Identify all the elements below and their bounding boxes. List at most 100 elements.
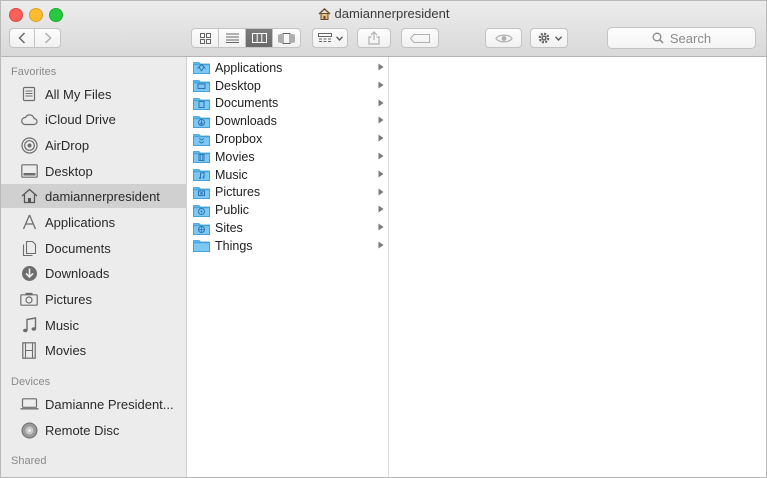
sidebar-item-home[interactable]: damiannerpresident (1, 184, 186, 208)
disclosure-arrow-icon (378, 116, 384, 124)
disclosure-arrow-icon (378, 134, 384, 142)
column-item-public[interactable]: Public (187, 201, 388, 219)
folder-desktop-icon (193, 80, 210, 93)
list-icon (225, 33, 239, 43)
column-item-things[interactable]: Things (187, 237, 388, 255)
column-item-documents[interactable]: Documents (187, 95, 388, 113)
sidebar-section-shared: Shared (11, 455, 47, 467)
sidebar-item-macbook[interactable]: Damianne President... (1, 392, 186, 416)
forward-button[interactable] (35, 29, 60, 47)
column-item-pictures[interactable]: Pictures (187, 184, 388, 202)
search-icon (652, 32, 664, 44)
column-item-label: Desktop (215, 78, 261, 93)
sidebar-item-label: Remote Disc (45, 422, 120, 438)
toolbar: damiannerpresident Search (1, 1, 766, 57)
column-item-label: Documents (215, 96, 279, 111)
column-item-music[interactable]: Music (187, 166, 388, 184)
search-field[interactable]: Search (607, 27, 756, 49)
edit-tags-button[interactable] (401, 28, 439, 48)
search-placeholder: Search (669, 30, 712, 46)
share-icon (368, 31, 380, 45)
cover-flow-view-button[interactable] (273, 29, 300, 47)
eye-icon (494, 34, 513, 42)
folder-documents-icon (193, 98, 210, 110)
sidebar-item-remote-disc[interactable]: Remote Disc (1, 418, 186, 442)
column-view-button[interactable] (246, 29, 273, 47)
downloads-icon (19, 264, 39, 282)
all-files-icon (19, 85, 39, 103)
sidebar-item-label: Damianne President... (45, 396, 174, 412)
sidebar-item-icloud-drive[interactable]: iCloud Drive (1, 107, 186, 131)
cover-flow-icon (278, 32, 295, 44)
sidebar-item-label: Movies (45, 342, 87, 358)
back-button[interactable] (10, 29, 35, 47)
column-browser-empty (389, 57, 766, 477)
list-view-button[interactable] (219, 29, 246, 47)
sidebar-item-movies[interactable]: Movies (1, 338, 186, 362)
film-icon (19, 341, 39, 359)
folder-icon (193, 240, 210, 253)
cloud-icon (19, 110, 39, 128)
folder-downloads-icon (193, 115, 210, 128)
sidebar-item-downloads[interactable]: Downloads (1, 261, 186, 285)
share-button[interactable] (357, 28, 391, 48)
disclosure-arrow-icon (378, 81, 384, 89)
column-item-label: Downloads (215, 114, 277, 129)
sidebar-item-label: All My Files (45, 86, 112, 102)
folder-dropbox-icon (193, 133, 210, 146)
action-menu-button[interactable] (530, 28, 568, 48)
disclosure-arrow-icon (378, 99, 384, 107)
column-item-movies[interactable]: Movies (187, 148, 388, 166)
sidebar-item-music[interactable]: Music (1, 313, 186, 337)
arrange-button[interactable] (312, 28, 348, 48)
sidebar-item-label: damiannerpresident (45, 188, 160, 204)
chevron-right-icon (44, 32, 52, 44)
sidebar-item-airdrop[interactable]: AirDrop (1, 133, 186, 157)
sidebar-item-label: iCloud Drive (45, 111, 116, 127)
home-icon (19, 187, 39, 205)
sidebar-item-all-my-files[interactable]: All My Files (1, 82, 186, 106)
column-item-applications[interactable]: Applications (187, 59, 388, 77)
applications-icon (19, 213, 39, 231)
sidebar-item-label: Applications (45, 214, 116, 230)
folder-applications-icon (193, 62, 210, 75)
arrange-icon (317, 33, 332, 42)
airdrop-icon (19, 136, 39, 154)
gear-icon (538, 32, 549, 44)
sidebar-item-applications[interactable]: Applications (1, 210, 186, 234)
column-item-dropbox[interactable]: Dropbox (187, 130, 388, 148)
window-title: damiannerpresident (1, 6, 766, 23)
column-item-label: Dropbox (215, 132, 263, 147)
sidebar-item-label: Pictures (45, 291, 92, 307)
tag-icon (410, 33, 430, 43)
column-item-label: Music (215, 167, 248, 182)
column-item-label: Pictures (215, 185, 261, 200)
music-note-icon (19, 316, 39, 334)
column-item-downloads[interactable]: Downloads (187, 112, 388, 130)
column-browser-home: Applications Desktop Documents Downloads Dro… (187, 57, 389, 477)
column-item-label: Things (215, 238, 253, 253)
sidebar-item-documents[interactable]: Documents (1, 236, 186, 260)
sidebar-section-devices: Devices (11, 376, 51, 388)
laptop-icon (19, 395, 39, 413)
home-icon (318, 8, 331, 23)
icon-view-button[interactable] (192, 29, 219, 47)
sidebar: Favorites All My Files iCloud Drive AirD… (1, 57, 187, 477)
view-mode-control (191, 28, 301, 48)
sidebar-item-pictures[interactable]: Pictures (1, 287, 186, 311)
finder-window: damiannerpresident Search Favorites All … (0, 0, 767, 478)
window-title-text: damiannerpresident (334, 6, 450, 21)
sidebar-item-label: Documents (45, 240, 111, 256)
column-item-desktop[interactable]: Desktop (187, 77, 388, 95)
sidebar-item-label: Music (45, 317, 79, 333)
back-forward-control (9, 28, 61, 48)
sidebar-section-favorites: Favorites (11, 66, 57, 78)
chevron-down-icon (554, 35, 562, 41)
folder-sites-icon (193, 222, 210, 235)
disclosure-arrow-icon (378, 205, 384, 213)
column-item-sites[interactable]: Sites (187, 219, 388, 237)
sidebar-item-desktop[interactable]: Desktop (1, 159, 186, 183)
quick-look-button[interactable] (485, 28, 522, 48)
grid-icon (199, 32, 211, 44)
chevron-down-icon (335, 35, 343, 41)
